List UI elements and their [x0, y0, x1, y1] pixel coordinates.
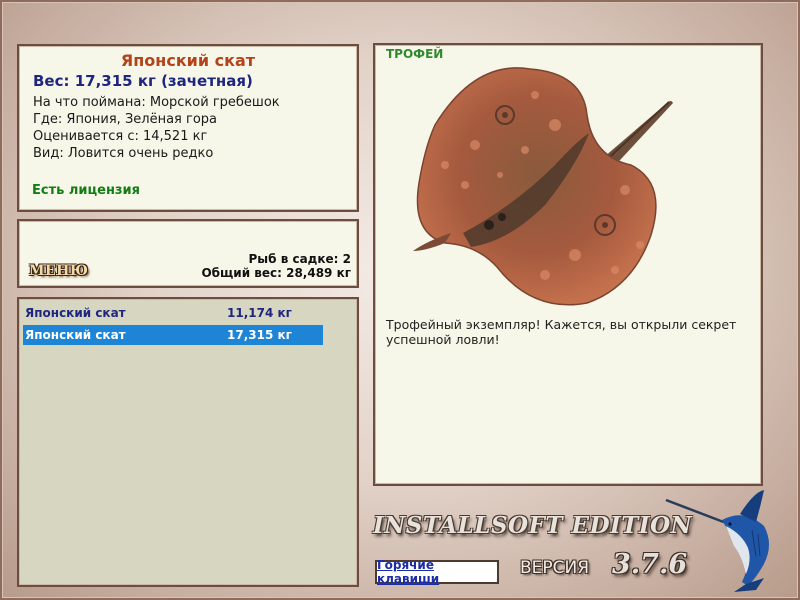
marlin-logo-icon	[665, 490, 769, 592]
license-status: Есть лицензия	[32, 183, 140, 198]
hotkeys-button[interactable]: Горячие клавиши	[375, 558, 499, 586]
catch-list-item-selected[interactable]: Японский скат 17,315 кг	[23, 325, 323, 345]
version-label: ВЕРСИЯ	[520, 558, 590, 578]
edition-title: INSTALLSOFT EDITION	[373, 512, 693, 539]
location-info: Где: Япония, Зелёная гора	[33, 112, 218, 127]
catch-weight: 11,174 кг	[227, 306, 292, 320]
keepnet-count: Рыб в садке: 2	[248, 252, 352, 266]
menu-button[interactable]: МЕНЮ	[29, 263, 88, 279]
catch-list: Японский скат 11,174 кг Японский скат 17…	[17, 297, 359, 587]
bait-info: На что поймана: Морской гребешок	[33, 95, 280, 110]
catch-name: Японский скат	[25, 306, 126, 320]
catch-list-item[interactable]: Японский скат 11,174 кг	[23, 303, 323, 323]
trophy-panel: ТРОФЕЙ Трофейный экземпляр! Кажется, вы …	[373, 43, 763, 486]
hotkeys-label: Горячие клавиши	[377, 558, 440, 586]
catch-weight: 17,315 кг	[227, 328, 292, 342]
estimate-info: Оценивается с: 14,521 кг	[33, 129, 208, 144]
fish-title: Японский скат	[120, 51, 256, 70]
catch-name: Японский скат	[25, 328, 126, 342]
stingray-fish-image	[413, 67, 673, 306]
keepnet-panel: МЕНЮ Рыб в садке: 2 Общий вес: 28,489 кг	[17, 219, 359, 288]
trophy-message: Трофейный экземпляр! Кажется, вы открыли…	[386, 317, 737, 347]
rarity-info: Вид: Ловится очень редко	[33, 146, 214, 161]
fish-info-panel: Японский скат Вес: 17,315 кг (зачетная) …	[17, 44, 359, 212]
keepnet-total-weight: Общий вес: 28,489 кг	[201, 266, 351, 280]
fish-weight: Вес: 17,315 кг (зачетная)	[33, 72, 253, 90]
